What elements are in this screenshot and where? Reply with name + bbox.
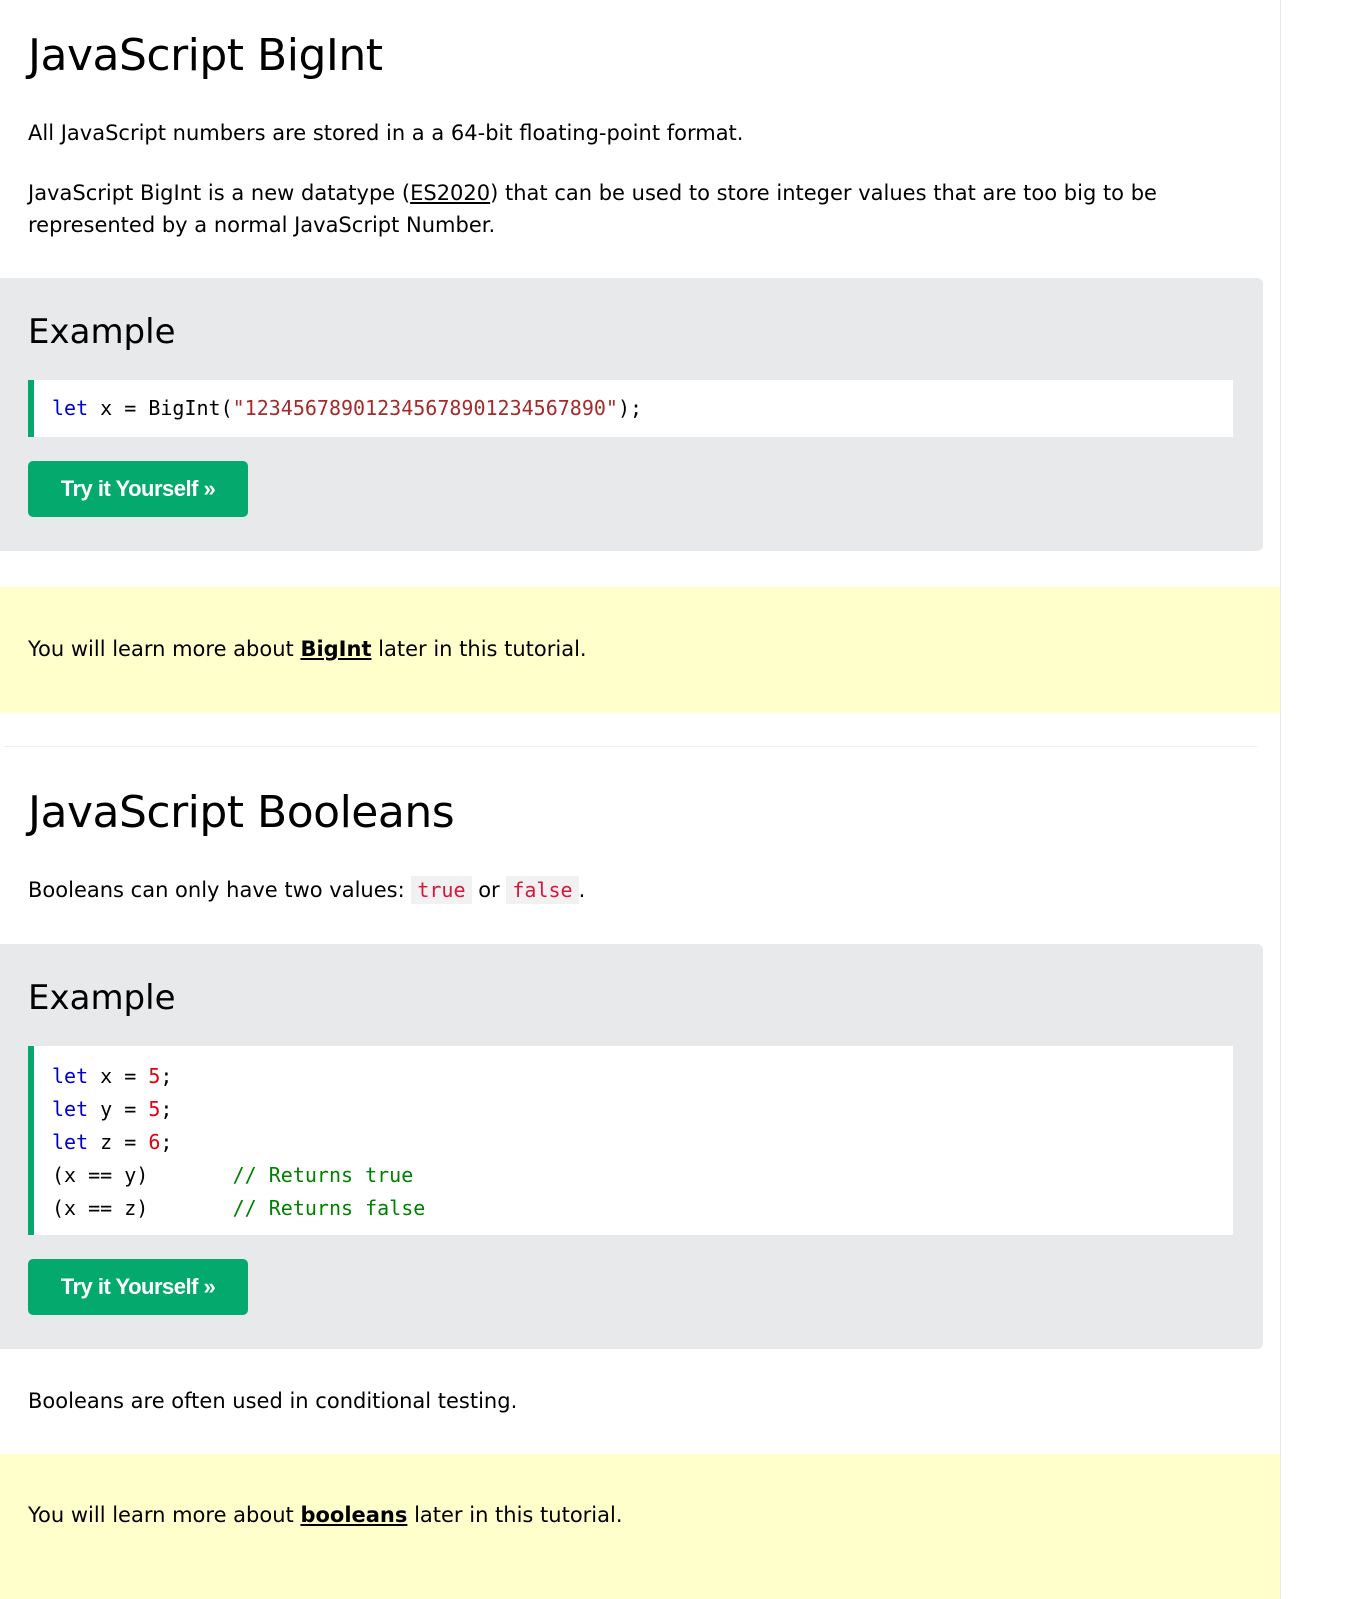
note-text: You will learn more about booleans later… xyxy=(28,1499,623,1531)
code-comment: // Returns true xyxy=(232,1163,414,1187)
text: Booleans can only have two values: xyxy=(28,878,412,902)
code-line: let y = 5; xyxy=(52,1097,172,1121)
keyword: let xyxy=(52,1097,89,1121)
note-text: You will learn more about BigInt later i… xyxy=(28,633,587,665)
keyword: let xyxy=(52,1064,89,1088)
code-text: (x == z) xyxy=(52,1196,149,1220)
es2020-link[interactable]: ES2020 xyxy=(410,181,490,205)
string-literal: "123456789012345678901234567890" xyxy=(232,396,618,420)
text: JavaScript BigInt is a new datatype ( xyxy=(28,181,411,205)
code-block: let x = BigInt("123456789012345678901234… xyxy=(28,380,1233,437)
bigint-link[interactable]: BigInt xyxy=(300,637,371,661)
code-comment: // Returns false xyxy=(232,1196,426,1220)
text: . xyxy=(578,878,586,902)
code-text: z = xyxy=(88,1130,149,1154)
bigint-para-2: JavaScript BigInt is a new datatype (ES2… xyxy=(28,177,1228,241)
text: later in this tutorial. xyxy=(371,637,587,661)
booleans-para-1: Booleans can only have two values: true … xyxy=(28,874,1228,906)
content-right-border xyxy=(1280,0,1281,1599)
booleans-note: You will learn more about booleans later… xyxy=(0,1454,1280,1599)
number-literal: 5 xyxy=(148,1097,161,1121)
try-it-yourself-button[interactable]: Try it Yourself » xyxy=(28,461,248,517)
code-text: ; xyxy=(160,1097,173,1121)
keyword: let xyxy=(52,1130,89,1154)
code-line: (x == y) // Returns true xyxy=(52,1163,413,1187)
example-heading: Example xyxy=(28,978,176,1018)
example-heading: Example xyxy=(28,312,176,352)
booleans-link[interactable]: booleans xyxy=(300,1503,407,1527)
code-text: ); xyxy=(617,396,643,420)
code-text: (x == y) xyxy=(52,1163,149,1187)
code-block: let x = 5; let y = 5; let z = 6; (x == y… xyxy=(28,1046,1233,1235)
number-literal: 5 xyxy=(148,1064,161,1088)
bigint-para-1: All JavaScript numbers are stored in a a… xyxy=(28,121,744,145)
bigint-example-box: Example let x = BigInt("1234567890123456… xyxy=(0,278,1263,551)
code-text: ; xyxy=(160,1130,173,1154)
bigint-note: You will learn more about BigInt later i… xyxy=(0,587,1280,713)
bigint-title: JavaScript BigInt xyxy=(28,30,383,81)
code-text: y = xyxy=(88,1097,149,1121)
code-text: x = xyxy=(88,1064,149,1088)
text: You will learn more about xyxy=(28,1503,301,1527)
keyword: let xyxy=(52,396,89,420)
text: or xyxy=(471,878,507,902)
page: JavaScript BigInt All JavaScript numbers… xyxy=(0,0,1280,1599)
code-line: (x == z) // Returns false xyxy=(52,1196,425,1220)
code-line: let z = 6; xyxy=(52,1130,172,1154)
section-divider xyxy=(4,746,1257,747)
try-it-yourself-button[interactable]: Try it Yourself » xyxy=(28,1259,248,1315)
text: later in this tutorial. xyxy=(407,1503,623,1527)
text: You will learn more about xyxy=(28,637,301,661)
false-code: false xyxy=(506,876,579,904)
code-text: x = BigInt( xyxy=(88,396,233,420)
true-code: true xyxy=(411,876,472,904)
code-line: let x = 5; xyxy=(52,1064,172,1088)
number-literal: 6 xyxy=(148,1130,161,1154)
booleans-para-2: Booleans are often used in conditional t… xyxy=(28,1389,518,1413)
booleans-example-box: Example let x = 5; let y = 5; let z = 6;… xyxy=(0,944,1263,1349)
booleans-title: JavaScript Booleans xyxy=(28,787,455,838)
code-text: ; xyxy=(160,1064,173,1088)
